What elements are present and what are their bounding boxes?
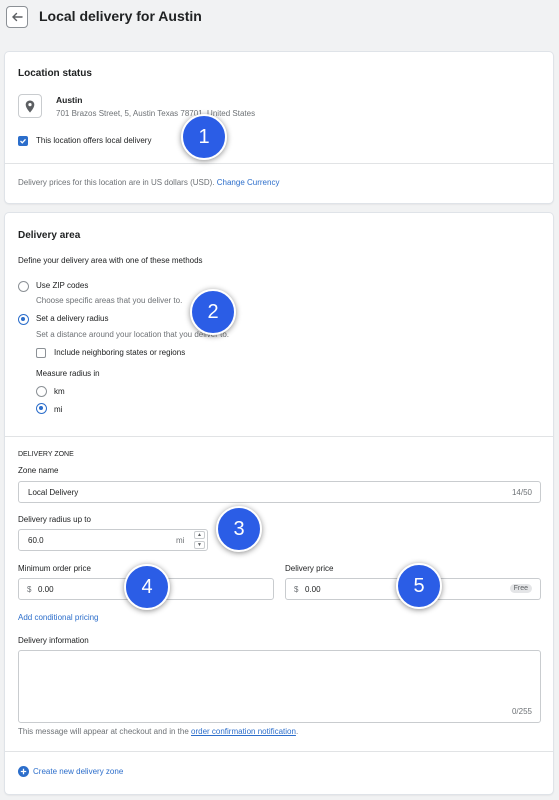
include-neighboring-checkbox[interactable] <box>36 348 46 358</box>
callout-2: 2 <box>190 289 236 335</box>
add-conditional-pricing-link[interactable]: Add conditional pricing <box>18 613 99 622</box>
delivery-area-instructions: Define your delivery area with one of th… <box>18 256 203 265</box>
page-title: Local delivery for Austin <box>39 8 202 24</box>
mi-label: mi <box>54 405 63 414</box>
delivery-price-value: 0.00 <box>305 585 321 594</box>
decrement-button[interactable]: ▼ <box>194 541 205 549</box>
zone-name-field[interactable]: Local Delivery 14/50 <box>18 481 541 503</box>
callout-3: 3 <box>216 506 262 552</box>
page-header: Local delivery for Austin <box>0 0 559 40</box>
checkout-note-text: This message will appear at checkout and… <box>18 727 189 736</box>
zone-name-value: Local Delivery <box>28 488 79 497</box>
zone-name-label: Zone name <box>18 466 59 475</box>
checkout-note: This message will appear at checkout and… <box>18 727 298 736</box>
measure-radius-label: Measure radius in <box>36 369 100 378</box>
location-address: 701 Brazos Street, 5, Austin Texas 78701… <box>56 109 256 118</box>
arrow-left-icon <box>12 12 23 22</box>
free-badge: Free <box>509 584 532 593</box>
back-button[interactable] <box>6 6 28 28</box>
location-status-heading: Location status <box>18 68 92 79</box>
checkout-note-suffix: . <box>295 727 299 736</box>
offers-local-delivery-checkbox[interactable] <box>18 136 28 146</box>
change-currency-link[interactable]: Change Currency <box>217 178 280 187</box>
delivery-area-card: Delivery area Define your delivery area … <box>5 213 553 794</box>
delivery-info-textarea[interactable]: 0/255 <box>18 650 541 723</box>
location-name: Austin <box>56 95 83 105</box>
currency-note-text: Delivery prices for this location are in… <box>18 178 215 187</box>
radius-unit: mi <box>176 536 185 545</box>
km-label: km <box>54 387 65 396</box>
include-neighboring-label: Include neighboring states or regions <box>54 348 186 357</box>
create-zone-label: Create new delivery zone <box>33 767 124 776</box>
increment-button[interactable]: ▲ <box>194 531 205 539</box>
min-order-currency: $ <box>27 585 32 594</box>
delivery-radius-radio[interactable] <box>18 314 29 325</box>
divider <box>5 436 553 437</box>
checkmark-icon <box>20 138 26 144</box>
divider <box>5 163 553 164</box>
plus-circle-icon <box>18 766 29 777</box>
delivery-info-count: 0/255 <box>511 707 532 716</box>
min-order-label: Minimum order price <box>18 564 91 573</box>
zip-codes-label: Use ZIP codes <box>36 281 89 290</box>
mi-radio[interactable] <box>36 403 47 414</box>
zone-name-count: 14/50 <box>511 488 532 497</box>
delivery-price-label: Delivery price <box>285 564 334 573</box>
location-pin-icon <box>18 94 42 118</box>
radius-value: 60.0 <box>28 536 44 545</box>
divider <box>5 751 553 752</box>
callout-1: 1 <box>181 114 227 160</box>
zip-codes-radio[interactable] <box>18 281 29 292</box>
delivery-radius-label: Set a delivery radius <box>36 314 109 323</box>
delivery-zone-title: DELIVERY ZONE <box>18 451 74 458</box>
min-order-value: 0.00 <box>38 585 54 594</box>
currency-note: Delivery prices for this location are in… <box>18 178 279 187</box>
zip-codes-help: Choose specific areas that you deliver t… <box>36 296 183 305</box>
km-radio[interactable] <box>36 386 47 397</box>
delivery-info-label: Delivery information <box>18 636 89 645</box>
delivery-area-heading: Delivery area <box>18 230 81 241</box>
radius-field[interactable]: 60.0 mi ▲ ▼ <box>18 529 208 551</box>
location-status-card: Location status Austin 701 Brazos Street… <box>5 52 553 203</box>
delivery-price-currency: $ <box>294 585 299 594</box>
offers-local-delivery-label: This location offers local delivery <box>36 136 152 145</box>
callout-4: 4 <box>124 564 170 610</box>
order-confirmation-link[interactable]: order confirmation notification <box>191 727 296 736</box>
callout-5: 5 <box>396 563 442 609</box>
create-zone-button[interactable]: Create new delivery zone <box>18 766 123 777</box>
radius-label: Delivery radius up to <box>18 515 91 524</box>
